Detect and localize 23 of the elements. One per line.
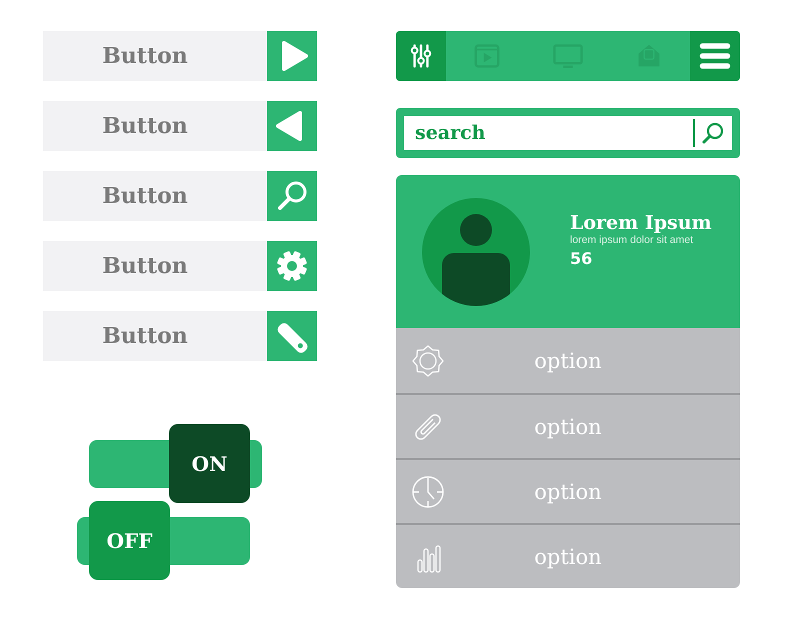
- play-icon: [267, 31, 317, 81]
- search-icon: [267, 171, 317, 221]
- profile-subtitle: lorem ipsum dolor sit amet: [570, 234, 694, 246]
- profile-count: 56: [570, 248, 594, 268]
- search-icon: [700, 120, 726, 146]
- search-field[interactable]: search: [404, 116, 693, 150]
- profile-name: Lorem Ipsum: [570, 212, 712, 234]
- button[interactable]: Button: [43, 171, 317, 221]
- gear-icon: [411, 344, 445, 378]
- settings-icon: [267, 241, 317, 291]
- toggle-switch[interactable]: ON: [169, 424, 250, 503]
- toggle-switch[interactable]: OFF: [89, 501, 170, 580]
- back-icon: [267, 101, 317, 151]
- clock-icon: [411, 474, 445, 508]
- search-field[interactable]: search: [396, 108, 740, 158]
- button[interactable]: Button: [43, 241, 317, 291]
- button[interactable]: Button: [43, 101, 317, 151]
- button[interactable]: Button: [43, 311, 317, 361]
- nav-tab[interactable]: [396, 31, 446, 81]
- button[interactable]: Button: [43, 31, 317, 81]
- menu-button[interactable]: [690, 31, 740, 81]
- search-button[interactable]: [700, 120, 726, 146]
- tag-icon: [267, 311, 317, 361]
